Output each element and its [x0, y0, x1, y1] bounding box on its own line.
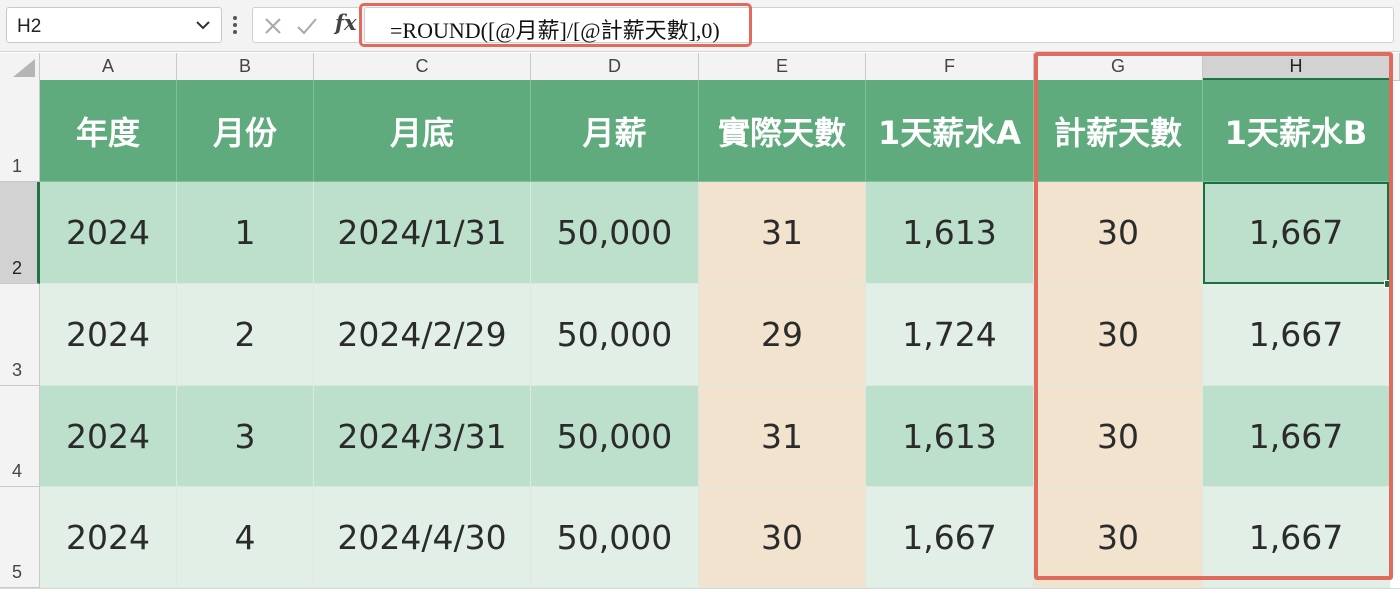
- fx-icon[interactable]: fx: [335, 10, 357, 35]
- select-all-triangle-icon: [13, 59, 35, 77]
- name-box-value: H2: [17, 16, 42, 37]
- formula-buttons: fx: [252, 7, 360, 43]
- cell-d4[interactable]: 50,000: [531, 386, 699, 487]
- row-header-1[interactable]: 1: [0, 80, 40, 182]
- table-header-cell-a1[interactable]: 年度: [40, 80, 177, 182]
- column-header-c[interactable]: C: [314, 53, 531, 81]
- columns-g-h-highlight-outline: [1034, 52, 1393, 580]
- cell-e4[interactable]: 31: [699, 386, 866, 487]
- column-header-e[interactable]: E: [699, 53, 866, 81]
- row-header-3[interactable]: 3: [0, 284, 40, 386]
- select-all-button[interactable]: [0, 53, 40, 81]
- cell-b5[interactable]: 4: [177, 487, 314, 588]
- column-header-b[interactable]: B: [177, 53, 314, 81]
- cell-a5[interactable]: 2024: [40, 487, 177, 588]
- formula-bar: H2 fx =ROUND([@月薪]/[@計薪天數],0): [0, 0, 1400, 52]
- cell-a3[interactable]: 2024: [40, 284, 177, 386]
- cell-b3[interactable]: 2: [177, 284, 314, 386]
- row-header-2[interactable]: 2: [0, 182, 40, 284]
- cell-b2[interactable]: 1: [177, 182, 314, 284]
- table-header-cell-d1[interactable]: 月薪: [531, 80, 699, 182]
- column-header-f[interactable]: F: [866, 53, 1034, 81]
- cell-a4[interactable]: 2024: [40, 386, 177, 487]
- cell-f4[interactable]: 1,613: [866, 386, 1034, 487]
- row-number: 2: [12, 258, 23, 278]
- cell-a2[interactable]: 2024: [40, 182, 177, 284]
- cell-c5[interactable]: 2024/4/30: [314, 487, 531, 588]
- cell-c3[interactable]: 2024/2/29: [314, 284, 531, 386]
- vertical-dots-icon[interactable]: [228, 12, 242, 40]
- cell-e2[interactable]: 31: [699, 182, 866, 284]
- table-header-cell-b1[interactable]: 月份: [177, 80, 314, 182]
- row-number: 3: [12, 360, 23, 380]
- chevron-down-icon[interactable]: [189, 11, 217, 39]
- cell-f2[interactable]: 1,613: [866, 182, 1034, 284]
- cell-e5[interactable]: 30: [699, 487, 866, 588]
- table-header-cell-c1[interactable]: 月底: [314, 80, 531, 182]
- column-header-a[interactable]: A: [40, 53, 177, 81]
- cell-c4[interactable]: 2024/3/31: [314, 386, 531, 487]
- name-box[interactable]: H2: [6, 7, 222, 43]
- cell-d5[interactable]: 50,000: [531, 487, 699, 588]
- table-header-cell-e1[interactable]: 實際天數: [699, 80, 866, 182]
- cell-b4[interactable]: 3: [177, 386, 314, 487]
- empty-row-6[interactable]: [0, 588, 1400, 602]
- table-header-cell-f1[interactable]: 1天薪水A: [866, 80, 1034, 182]
- cell-f3[interactable]: 1,724: [866, 284, 1034, 386]
- cell-e3[interactable]: 29: [699, 284, 866, 386]
- row-header-4[interactable]: 4: [0, 386, 40, 487]
- cell-f5[interactable]: 1,667: [866, 487, 1034, 588]
- cell-d2[interactable]: 50,000: [531, 182, 699, 284]
- row-number: 1: [12, 156, 23, 176]
- row-number: 5: [12, 562, 23, 582]
- cell-c2[interactable]: 2024/1/31: [314, 182, 531, 284]
- cell-d3[interactable]: 50,000: [531, 284, 699, 386]
- formula-highlight-outline: [359, 3, 752, 47]
- row-number: 4: [12, 461, 23, 481]
- cancel-x-icon[interactable]: [259, 12, 287, 40]
- row-header-5[interactable]: 5: [0, 487, 40, 588]
- enter-check-icon[interactable]: [293, 12, 321, 40]
- column-header-d[interactable]: D: [531, 53, 699, 81]
